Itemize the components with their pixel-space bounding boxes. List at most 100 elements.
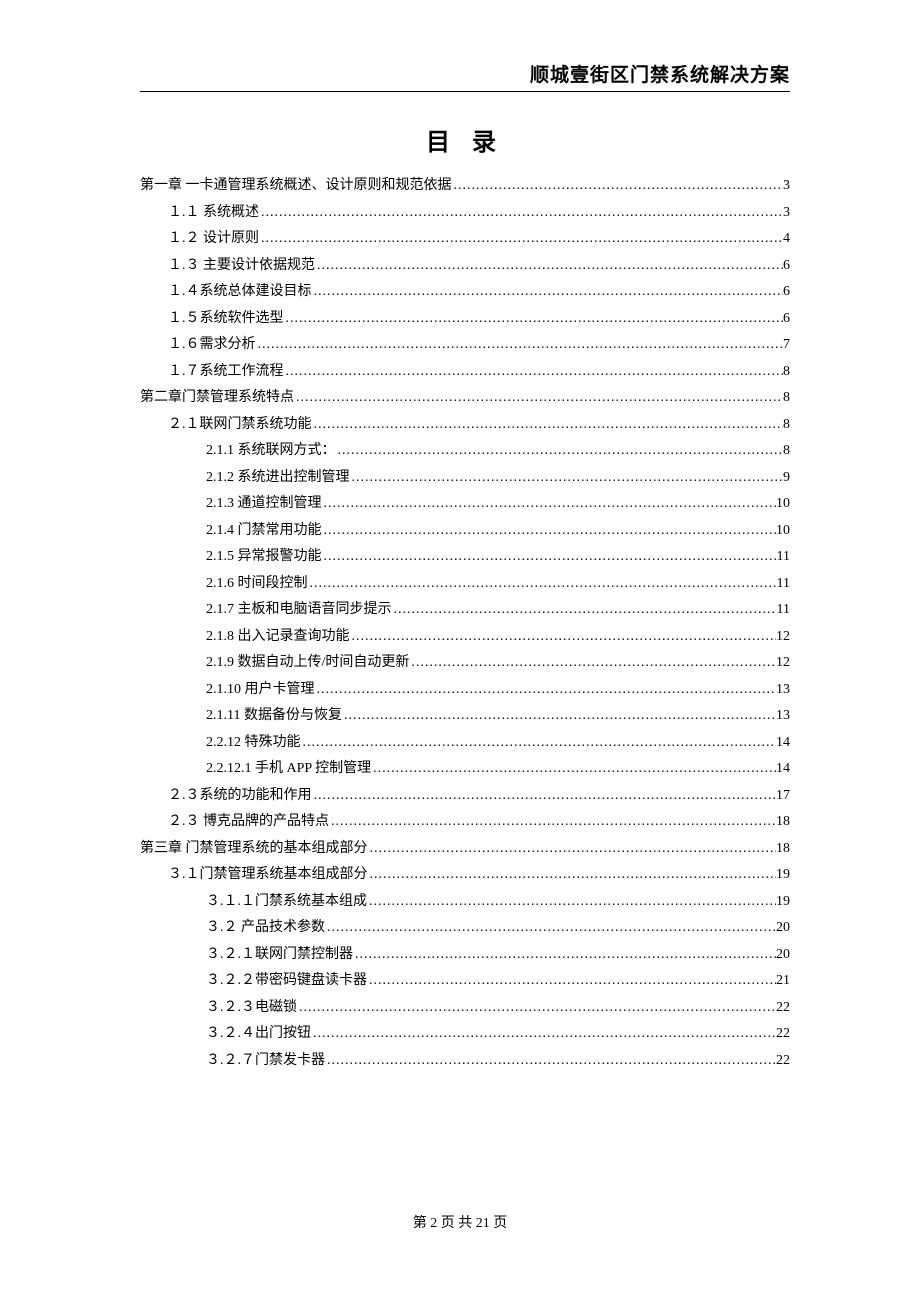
toc-entry[interactable]: 2.2.12 特殊功能14 bbox=[140, 732, 790, 753]
toc-leader-dots bbox=[329, 811, 776, 832]
toc-leader-dots bbox=[259, 228, 783, 249]
toc-entry-page: 22 bbox=[776, 1023, 790, 1044]
toc-entry[interactable]: ３.１.１门禁系统基本组成 19 bbox=[140, 891, 790, 912]
toc-entry-page: 8 bbox=[783, 414, 790, 435]
toc-entry-label: １.４系统总体建设目标 bbox=[168, 281, 312, 302]
toc-entry-label: ２.３系统的功能和作用 bbox=[168, 785, 312, 806]
toc-entry[interactable]: 2.1.1 系统联网方式： 8 bbox=[140, 440, 790, 461]
toc-leader-dots bbox=[312, 785, 777, 806]
toc-entry[interactable]: ３.１门禁管理系统基本组成部分19 bbox=[140, 864, 790, 885]
table-of-contents: 第一章 一卡通管理系统概述、设计原则和规范依据3 １.１ 系统概述3 １.２ 设计原… bbox=[140, 175, 790, 1071]
toc-leader-dots bbox=[452, 175, 784, 196]
toc-leader-dots bbox=[297, 997, 776, 1018]
toc-entry-label: 第三章 门禁管理系统的基本组成部分 bbox=[140, 838, 368, 859]
toc-entry[interactable]: １.５系统软件选型6 bbox=[140, 308, 790, 329]
toc-entry-label: ３.２.３电磁锁 bbox=[206, 997, 297, 1018]
toc-entry-page: 7 bbox=[783, 334, 790, 355]
toc-heading: 目 录 bbox=[140, 122, 790, 157]
toc-leader-dots bbox=[322, 520, 777, 541]
toc-entry-page: 9 bbox=[783, 467, 790, 488]
toc-entry-page: 19 bbox=[776, 891, 790, 912]
toc-leader-dots bbox=[350, 467, 784, 488]
toc-entry-label: 2.2.12 特殊功能 bbox=[206, 732, 301, 753]
toc-leader-dots bbox=[312, 414, 784, 435]
toc-entry[interactable]: 2.1.11 数据备份与恢复13 bbox=[140, 705, 790, 726]
toc-entry[interactable]: ２.３系统的功能和作用 17 bbox=[140, 785, 790, 806]
toc-entry[interactable]: １.３ 主要设计依据规范6 bbox=[140, 255, 790, 276]
toc-entry-label: ３.２.７门禁发卡器 bbox=[206, 1050, 325, 1071]
toc-entry-page: 8 bbox=[783, 387, 790, 408]
toc-leader-dots bbox=[392, 599, 777, 620]
toc-entry-label: １.６需求分析 bbox=[168, 334, 256, 355]
page-header: 顺城壹街区门禁系统解决方案 bbox=[140, 60, 790, 92]
toc-entry[interactable]: 2.1.4 门禁常用功能10 bbox=[140, 520, 790, 541]
toc-entry[interactable]: ３.２.２带密码键盘读卡器21 bbox=[140, 970, 790, 991]
toc-leader-dots bbox=[284, 361, 784, 382]
toc-entry-label: １.１ 系统概述 bbox=[168, 202, 259, 223]
toc-leader-dots bbox=[367, 891, 776, 912]
toc-entry[interactable]: 2.1.5 异常报警功能11 bbox=[140, 546, 790, 567]
toc-entry[interactable]: ３.２ 产品技术参数 20 bbox=[140, 917, 790, 938]
toc-entry-label: 2.1.8 出入记录查询功能 bbox=[206, 626, 350, 647]
toc-entry-page: 13 bbox=[776, 679, 790, 700]
document-title: 顺城壹街区门禁系统解决方案 bbox=[140, 60, 790, 87]
toc-entry[interactable]: １.４系统总体建设目标 6 bbox=[140, 281, 790, 302]
toc-entry-page: 4 bbox=[783, 228, 790, 249]
toc-leader-dots bbox=[294, 387, 783, 408]
toc-entry[interactable]: 2.1.10 用户卡管理 13 bbox=[140, 679, 790, 700]
toc-entry-page: 8 bbox=[783, 440, 790, 461]
toc-entry[interactable]: 第三章 门禁管理系统的基本组成部分18 bbox=[140, 838, 790, 859]
toc-leader-dots bbox=[315, 255, 783, 276]
toc-leader-dots bbox=[256, 334, 784, 355]
toc-entry[interactable]: ３.２.４出门按钮22 bbox=[140, 1023, 790, 1044]
toc-entry[interactable]: ３.２.３电磁锁 22 bbox=[140, 997, 790, 1018]
toc-leader-dots bbox=[308, 573, 777, 594]
toc-entry-page: 20 bbox=[776, 917, 790, 938]
toc-entry-page: 10 bbox=[776, 520, 790, 541]
toc-entry[interactable]: 2.1.6 时间段控制11 bbox=[140, 573, 790, 594]
toc-entry-label: 2.1.7 主板和电脑语音同步提示 bbox=[206, 599, 392, 620]
toc-entry[interactable]: 第二章门禁管理系统特点8 bbox=[140, 387, 790, 408]
toc-entry[interactable]: 2.1.7 主板和电脑语音同步提示11 bbox=[140, 599, 790, 620]
toc-entry[interactable]: １.１ 系统概述3 bbox=[140, 202, 790, 223]
toc-entry[interactable]: 2.1.3 通道控制管理10 bbox=[140, 493, 790, 514]
toc-entry-page: 22 bbox=[776, 997, 790, 1018]
toc-entry-page: 19 bbox=[776, 864, 790, 885]
toc-entry-page: 6 bbox=[783, 308, 790, 329]
toc-leader-dots bbox=[322, 546, 777, 567]
toc-entry-page: 14 bbox=[776, 758, 790, 779]
toc-entry-label: １.３ 主要设计依据规范 bbox=[168, 255, 315, 276]
toc-entry-label: 2.1.11 数据备份与恢复 bbox=[206, 705, 342, 726]
toc-entry[interactable]: 2.2.12.1 手机 APP 控制管理14 bbox=[140, 758, 790, 779]
toc-entry-label: ３.２ 产品技术参数 bbox=[206, 917, 325, 938]
toc-entry-page: 11 bbox=[777, 573, 790, 594]
toc-entry-page: 8 bbox=[783, 361, 790, 382]
toc-entry-label: ３.１.１门禁系统基本组成 bbox=[206, 891, 367, 912]
toc-entry[interactable]: ３.２.７门禁发卡器 22 bbox=[140, 1050, 790, 1071]
toc-entry[interactable]: １.２ 设计原则 4 bbox=[140, 228, 790, 249]
toc-entry-page: 6 bbox=[783, 281, 790, 302]
toc-entry[interactable]: １.６需求分析 7 bbox=[140, 334, 790, 355]
toc-entry[interactable]: ２.１联网门禁系统功能8 bbox=[140, 414, 790, 435]
toc-entry[interactable]: ２.３ 博克品牌的产品特点18 bbox=[140, 811, 790, 832]
toc-leader-dots bbox=[368, 864, 777, 885]
toc-entry[interactable]: 2.1.2 系统进出控制管理 9 bbox=[140, 467, 790, 488]
toc-entry-page: 22 bbox=[776, 1050, 790, 1071]
toc-entry-label: 2.1.2 系统进出控制管理 bbox=[206, 467, 350, 488]
toc-entry[interactable]: 2.1.9 数据自动上传/时间自动更新 12 bbox=[140, 652, 790, 673]
toc-entry[interactable]: 2.1.8 出入记录查询功能 12 bbox=[140, 626, 790, 647]
toc-entry[interactable]: 第一章 一卡通管理系统概述、设计原则和规范依据3 bbox=[140, 175, 790, 196]
toc-entry-label: 2.1.1 系统联网方式： bbox=[206, 440, 336, 461]
toc-entry[interactable]: １.７系统工作流程8 bbox=[140, 361, 790, 382]
document-page: 顺城壹街区门禁系统解决方案 目 录 第一章 一卡通管理系统概述、设计原则和规范依… bbox=[0, 0, 920, 1126]
toc-entry-page: 12 bbox=[776, 626, 790, 647]
toc-leader-dots bbox=[409, 652, 776, 673]
toc-entry-label: 2.1.10 用户卡管理 bbox=[206, 679, 315, 700]
toc-entry-label: 2.1.9 数据自动上传/时间自动更新 bbox=[206, 652, 409, 673]
toc-entry-label: １.２ 设计原则 bbox=[168, 228, 259, 249]
toc-entry[interactable]: ３.２.１联网门禁控制器20 bbox=[140, 944, 790, 965]
toc-entry-label: ３.２.２带密码键盘读卡器 bbox=[206, 970, 367, 991]
toc-leader-dots bbox=[259, 202, 783, 223]
toc-entry-page: 12 bbox=[776, 652, 790, 673]
toc-entry-page: 17 bbox=[776, 785, 790, 806]
